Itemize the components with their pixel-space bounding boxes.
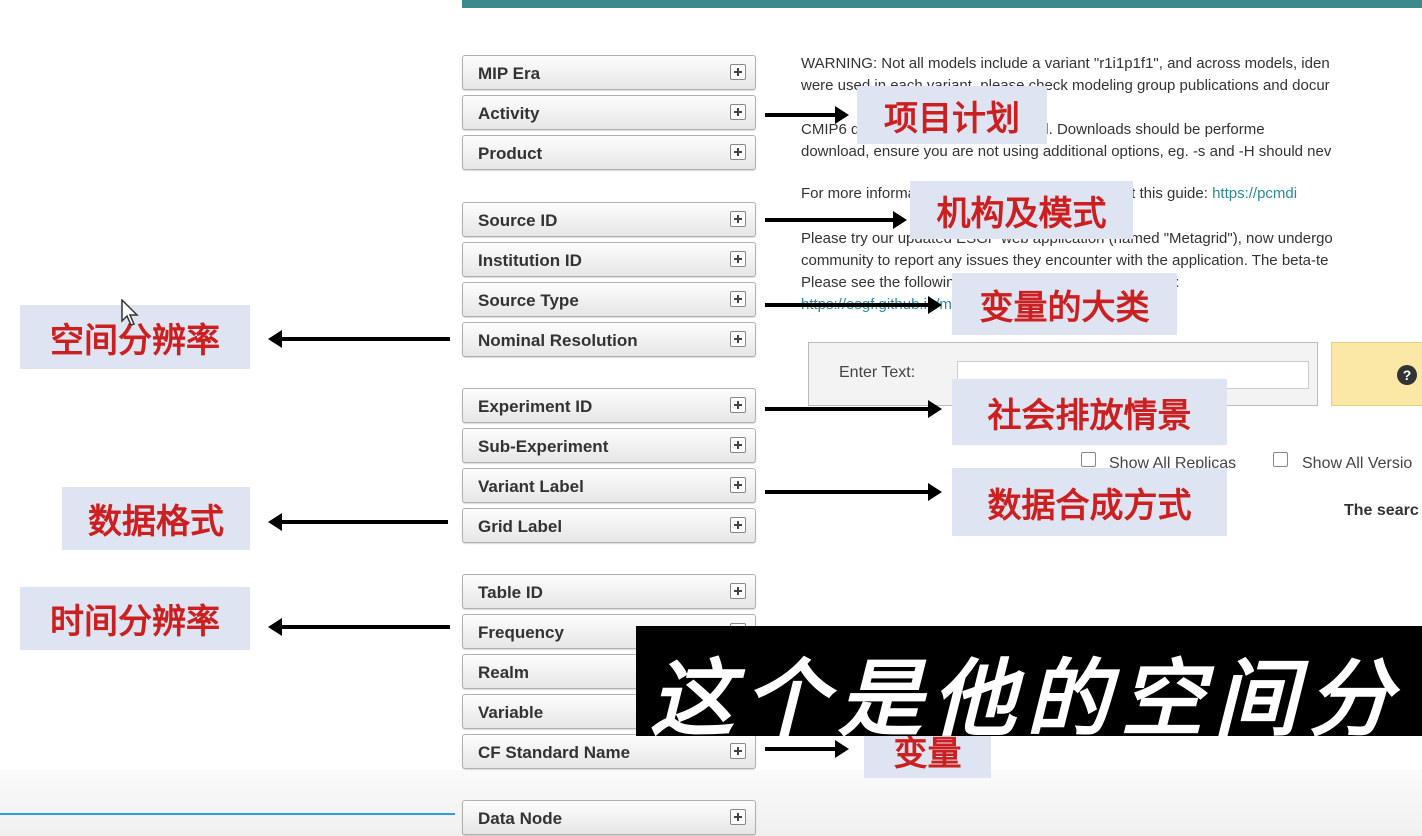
guide-link[interactable]: https://pcmdi xyxy=(1212,185,1297,202)
expand-plus-icon[interactable] xyxy=(730,144,746,160)
arrow-right xyxy=(765,740,849,758)
facet-mip-era[interactable]: MIP Era xyxy=(462,55,756,90)
show-all-versions-label: Show All Versio xyxy=(1302,455,1413,472)
facet-label: Institution ID xyxy=(478,251,582,270)
facet-label: Variant Label xyxy=(478,477,584,496)
facet-nominal-resolution[interactable]: Nominal Resolution xyxy=(462,322,756,357)
arrow-left xyxy=(268,330,450,348)
facet-source-type[interactable]: Source Type xyxy=(462,282,756,317)
facet-data-node[interactable]: Data Node xyxy=(462,800,756,835)
annotation-frequency: 时间分辨率 xyxy=(20,587,250,650)
facet-label: Experiment ID xyxy=(478,397,593,416)
expand-plus-icon[interactable] xyxy=(730,809,746,825)
facet-label: Frequency xyxy=(478,623,564,642)
question-icon: ? xyxy=(1397,365,1417,385)
facet-activity[interactable]: Activity xyxy=(462,95,756,130)
facet-label: Table ID xyxy=(478,583,543,602)
expand-plus-icon[interactable] xyxy=(730,291,746,307)
search-status-text: The searc xyxy=(1344,502,1419,519)
arrow-left xyxy=(268,618,450,636)
annotation-variant-label: 数据合成方式 xyxy=(952,468,1227,536)
expand-plus-icon[interactable] xyxy=(730,211,746,227)
facet-grid-label[interactable]: Grid Label xyxy=(462,508,756,543)
annotation-source-type: 变量的大类 xyxy=(952,273,1177,335)
arrow-right xyxy=(765,400,942,418)
help-button[interactable]: ? xyxy=(1331,342,1422,406)
facet-label: Activity xyxy=(478,104,540,123)
expand-plus-icon[interactable] xyxy=(730,583,746,599)
expand-plus-icon[interactable] xyxy=(730,743,746,759)
facet-label: MIP Era xyxy=(478,64,541,83)
facet-source-id[interactable]: Source ID xyxy=(462,202,756,237)
annotation-activity: 项目计划 xyxy=(857,86,1047,144)
expand-plus-icon[interactable] xyxy=(730,64,746,80)
taskbar-line xyxy=(0,813,455,815)
facet-label: Realm xyxy=(478,663,530,682)
facet-institution-id[interactable]: Institution ID xyxy=(462,242,756,277)
annotation-grid-label: 数据格式 xyxy=(62,487,250,550)
show-all-versions-checkbox[interactable] xyxy=(1273,452,1288,467)
facet-label: Sub-Experiment xyxy=(478,437,609,456)
warning-line-1: WARNING: Not all models include a varian… xyxy=(801,55,1330,72)
facet-label: Variable xyxy=(478,703,544,722)
arrow-left xyxy=(268,513,448,531)
facet-cf-standard-name[interactable]: CF Standard Name xyxy=(462,734,756,769)
facet-experiment-id[interactable]: Experiment ID xyxy=(462,388,756,423)
mouse-cursor-icon xyxy=(121,299,139,326)
facet-label: Product xyxy=(478,144,543,163)
expand-plus-icon[interactable] xyxy=(730,104,746,120)
facet-label: Source Type xyxy=(478,291,579,310)
expand-plus-icon[interactable] xyxy=(730,477,746,493)
annotation-source-id: 机构及模式 xyxy=(910,181,1133,239)
expand-plus-icon[interactable] xyxy=(730,437,746,453)
annotation-experiment-id: 社会排放情景 xyxy=(952,379,1227,445)
facet-label: Data Node xyxy=(478,809,563,828)
video-subtitle: 这个是他的空间分 xyxy=(636,626,1422,736)
expand-plus-icon[interactable] xyxy=(730,517,746,533)
subtitle-text: 这个是他的空间分 xyxy=(650,649,1403,736)
facet-sub-experiment[interactable]: Sub-Experiment xyxy=(462,428,756,463)
facet-label: Source ID xyxy=(478,211,558,230)
expand-plus-icon[interactable] xyxy=(730,251,746,267)
expand-plus-icon[interactable] xyxy=(730,397,746,413)
cmip6-line-2: download, ensure you are not using addit… xyxy=(801,143,1332,160)
facet-table-id[interactable]: Table ID xyxy=(462,574,756,609)
search-label: Enter Text: xyxy=(839,364,916,381)
facet-label: CF Standard Name xyxy=(478,743,631,762)
facet-label: Grid Label xyxy=(478,517,563,536)
arrow-right xyxy=(765,296,942,314)
arrow-right xyxy=(765,106,849,124)
expand-plus-icon[interactable] xyxy=(730,331,746,347)
facet-variant-label[interactable]: Variant Label xyxy=(462,468,756,503)
facet-product[interactable]: Product xyxy=(462,135,756,170)
show-all-replicas-checkbox[interactable] xyxy=(1081,452,1096,467)
arrow-right xyxy=(765,483,942,501)
top-header-bar xyxy=(462,0,1422,8)
arrow-right xyxy=(765,211,907,229)
metagrid-line-2: community to report any issues they enco… xyxy=(801,252,1329,269)
facet-label: Nominal Resolution xyxy=(478,331,638,350)
